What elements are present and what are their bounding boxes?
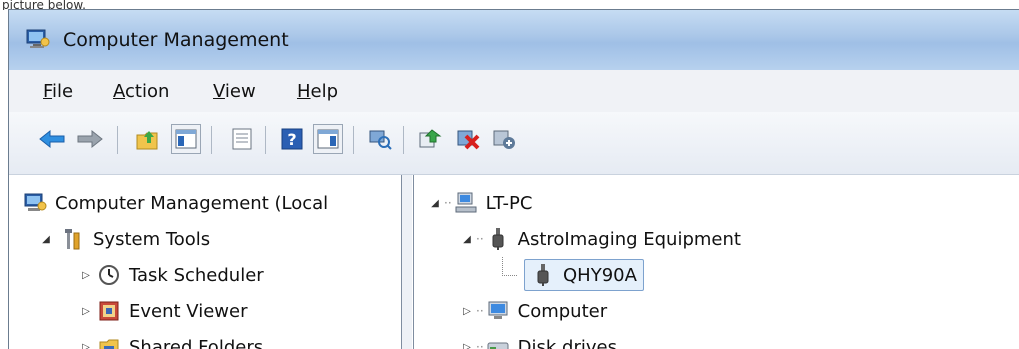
up-folder-icon[interactable] — [133, 124, 163, 154]
tree-connector: ·· — [444, 196, 452, 210]
tree-label: Task Scheduler — [129, 264, 264, 286]
tree-label: Event Viewer — [129, 300, 248, 322]
title-bar[interactable]: Computer Management — [9, 10, 1019, 70]
collapsed-triangle-icon[interactable]: ▷ — [79, 268, 93, 282]
toolbar-separator — [353, 126, 354, 154]
computer-management-icon — [23, 191, 47, 215]
uninstall-device-icon[interactable] — [453, 124, 483, 154]
menu-file-accel: F — [43, 81, 53, 102]
menu-help-accel: H — [297, 81, 311, 102]
tree-item-qhy90a[interactable]: QHY90A — [502, 257, 644, 291]
shared-folder-icon — [97, 335, 121, 349]
tree-label: Shared Folders — [129, 336, 264, 349]
tree-label: System Tools — [93, 228, 211, 250]
menu-view[interactable]: View — [213, 81, 256, 102]
tree-item-task-scheduler[interactable]: ▷ Task Scheduler — [79, 259, 264, 291]
forward-arrow-icon[interactable] — [75, 124, 105, 154]
tree-label: QHY90A — [563, 264, 637, 286]
tree-connector: ·· — [476, 304, 484, 318]
menu-action[interactable]: Action — [113, 81, 169, 102]
computer-management-window: Computer Management File Action View Hel… — [8, 9, 1019, 349]
device-tree-pane[interactable]: ◢ ·· LT-PC ◢ ·· AstroImaging Equipment Q… — [413, 175, 1019, 349]
toolbar: ? — [9, 112, 1019, 175]
tree-item-event-viewer[interactable]: ▷ Event Viewer — [79, 295, 247, 327]
tree-label: Computer — [517, 300, 608, 322]
tree-item-computer[interactable]: ▷ ·· Computer — [460, 295, 607, 327]
toolbar-separator — [211, 126, 212, 154]
toolbar-separator — [265, 126, 266, 154]
update-driver-icon[interactable] — [415, 124, 445, 154]
menu-view-accel: V — [213, 81, 225, 102]
usb-plug-icon — [531, 263, 555, 287]
disk-drive-icon — [486, 335, 510, 349]
menu-file-label: ile — [52, 81, 74, 102]
menu-view-label: iew — [224, 81, 256, 102]
back-arrow-icon[interactable] — [37, 124, 67, 154]
tree-item-lt-pc[interactable]: ◢ ·· LT-PC — [428, 187, 532, 219]
menu-file[interactable]: File — [43, 81, 73, 102]
tree-label: LT-PC — [485, 192, 533, 214]
tree-label: Computer Management (Local — [55, 192, 329, 214]
show-console-tree-icon[interactable] — [171, 124, 201, 154]
pane-splitter[interactable] — [402, 175, 412, 349]
expanded-triangle-icon[interactable]: ◢ — [39, 232, 53, 246]
tree-item-shared-folders[interactable]: ▷ Shared Folders — [79, 331, 263, 349]
svg-text:?: ? — [287, 130, 296, 149]
disable-device-icon[interactable] — [489, 124, 519, 154]
computer-management-icon — [25, 28, 51, 50]
menu-help-label: elp — [310, 81, 339, 102]
toolbar-separator — [117, 126, 118, 154]
collapsed-triangle-icon[interactable]: ▷ — [460, 304, 474, 318]
collapsed-triangle-icon[interactable]: ▷ — [460, 340, 474, 349]
tools-icon — [61, 227, 85, 251]
selected-device[interactable]: QHY90A — [524, 259, 644, 291]
tree-connector: ·· — [476, 340, 484, 349]
scan-hardware-icon[interactable] — [365, 124, 395, 154]
console-tree-pane[interactable]: Computer Management (Local ◢ System Tool… — [9, 175, 402, 349]
collapsed-triangle-icon[interactable]: ▷ — [79, 304, 93, 318]
collapsed-triangle-icon[interactable]: ▷ — [79, 340, 93, 349]
tree-label: AstroImaging Equipment — [517, 228, 741, 250]
tree-label: Disk drives — [517, 336, 617, 349]
menu-action-accel: A — [113, 81, 125, 102]
show-action-pane-icon[interactable] — [313, 124, 343, 154]
tree-item-astroimaging-equipment[interactable]: ◢ ·· AstroImaging Equipment — [460, 223, 741, 255]
menu-bar: File Action View Help — [9, 70, 1019, 113]
help-icon[interactable]: ? — [277, 124, 307, 154]
menu-action-label: ction — [125, 81, 170, 102]
expanded-triangle-icon[interactable]: ◢ — [460, 232, 474, 246]
event-viewer-icon — [97, 299, 121, 323]
tree-connector — [502, 257, 517, 276]
window-title: Computer Management — [63, 29, 289, 51]
clock-icon — [97, 263, 121, 287]
usb-plug-icon — [486, 227, 510, 251]
properties-icon[interactable] — [227, 124, 257, 154]
computer-network-icon — [454, 191, 478, 215]
expanded-triangle-icon[interactable]: ◢ — [428, 196, 442, 210]
menu-help[interactable]: Help — [297, 81, 338, 102]
tree-item-disk-drives[interactable]: ▷ ·· Disk drives — [460, 331, 617, 349]
tree-item-computer-management[interactable]: Computer Management (Local — [23, 187, 328, 219]
computer-icon — [486, 299, 510, 323]
tree-connector: ·· — [476, 232, 484, 246]
toolbar-separator — [403, 126, 404, 154]
tree-item-system-tools[interactable]: ◢ System Tools — [39, 223, 210, 255]
